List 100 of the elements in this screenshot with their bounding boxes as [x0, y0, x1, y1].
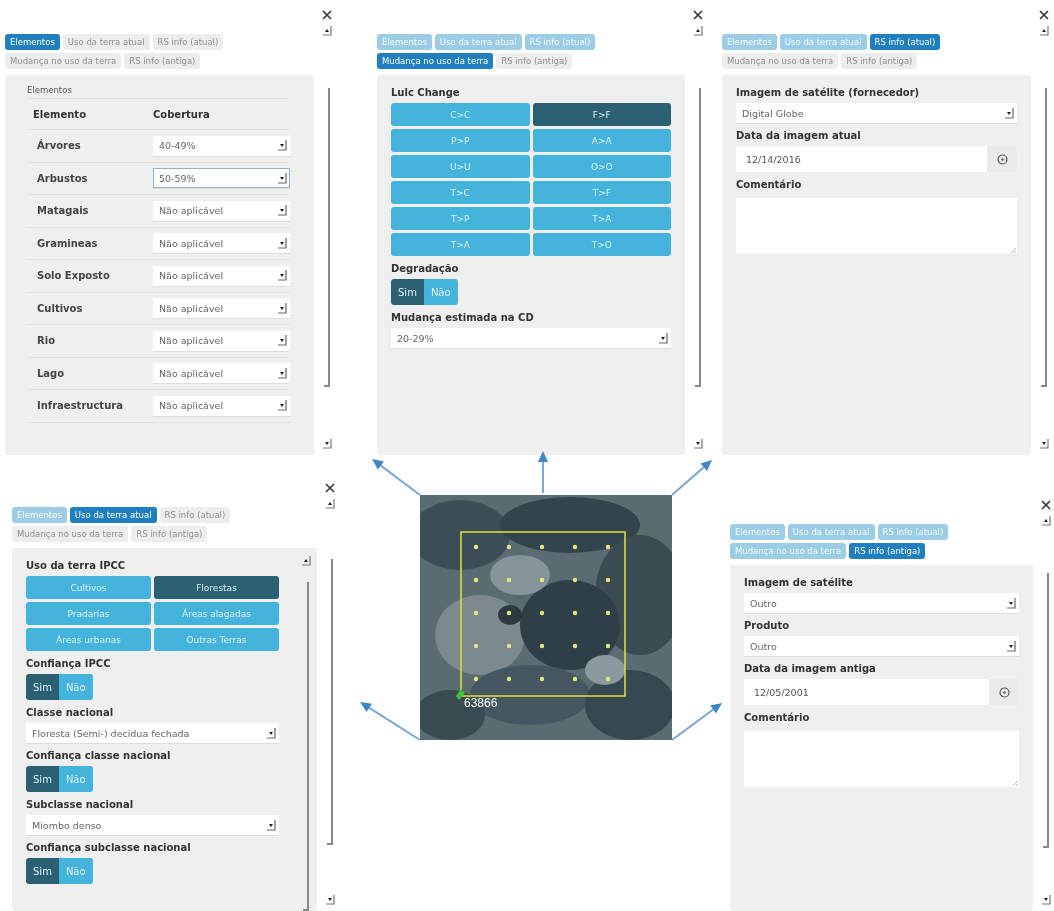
choice-button[interactable]: O>O — [532, 155, 671, 178]
inner-scrollbar[interactable] — [301, 556, 311, 911]
tab[interactable]: RS info (atual) — [869, 34, 941, 50]
tab[interactable]: RS info (atual) — [152, 34, 224, 50]
column-header: Cobertura — [153, 108, 211, 120]
dropdown[interactable]: Floresta (Semi-) decidua fechada — [26, 723, 279, 743]
dropdown[interactable]: Outro — [744, 636, 1019, 656]
table-caption: Elementos — [27, 85, 290, 99]
calendar-button[interactable] — [987, 146, 1017, 172]
tab[interactable]: Elementos — [5, 34, 60, 50]
tab[interactable]: Uso da terra atual — [62, 34, 150, 50]
choice-button[interactable]: C>C — [391, 103, 530, 126]
scroll-down-icon[interactable] — [693, 439, 703, 449]
toggle-button[interactable]: Sim — [26, 766, 59, 792]
scroll-up-icon[interactable] — [301, 556, 311, 566]
tab[interactable]: RS info (antiga) — [841, 53, 918, 69]
choice-button[interactable]: Pradarias — [26, 602, 151, 625]
tab[interactable]: RS info (antiga) — [131, 526, 208, 542]
tab[interactable]: RS info (atual) — [159, 507, 231, 523]
tab[interactable]: Elementos — [722, 34, 777, 50]
choice-button[interactable]: Áreas alagadas — [154, 602, 279, 625]
scroll-up-icon[interactable] — [1041, 516, 1051, 526]
dropdown[interactable]: Miombo denso — [26, 815, 279, 835]
dropdown[interactable]: 50-59% — [153, 168, 290, 189]
close-icon[interactable] — [325, 483, 335, 493]
dropdown[interactable]: Outro — [744, 593, 1019, 613]
tab[interactable]: Elementos — [12, 507, 67, 523]
tab[interactable]: Uso da terra atual — [779, 34, 867, 50]
choice-button[interactable]: Florestas — [154, 576, 279, 599]
choice-button[interactable]: Áreas urbanas — [26, 628, 151, 651]
choice-button[interactable]: Cultivos — [26, 576, 151, 599]
dropdown[interactable]: 40-49% — [153, 135, 290, 156]
choice-button[interactable]: T>F — [532, 181, 671, 204]
tab[interactable]: Uso da terra atual — [787, 524, 875, 540]
dropdown[interactable]: Não aplicável — [153, 363, 290, 384]
arrow — [671, 703, 722, 741]
toggle-button[interactable]: Não — [58, 674, 93, 700]
choice-button[interactable]: P>P — [391, 129, 530, 152]
tab[interactable]: Mudança no uso da terra — [730, 543, 847, 559]
toggle-button[interactable]: Sim — [26, 858, 59, 884]
close-icon[interactable] — [1041, 500, 1051, 510]
toggle-button[interactable]: Não — [58, 766, 93, 792]
tab[interactable]: Uso da terra atual — [69, 507, 157, 523]
choice-button[interactable]: T>P — [391, 207, 530, 230]
tab[interactable]: Elementos — [730, 524, 785, 540]
choice-button[interactable]: U>U — [391, 155, 530, 178]
dropdown[interactable]: Não aplicável — [153, 395, 290, 416]
dropdown[interactable]: Não aplicável — [153, 233, 290, 254]
choice-button[interactable]: T>C — [391, 181, 530, 204]
close-icon[interactable] — [693, 10, 703, 20]
date-field[interactable]: 12/14/2016 — [736, 146, 987, 172]
comment-field[interactable] — [744, 731, 1019, 787]
choice-button[interactable]: F>F — [532, 103, 671, 126]
caret-icon — [659, 332, 668, 344]
tab[interactable]: RS info (antiga) — [124, 53, 201, 69]
tab[interactable]: Mudança no uso da terra — [377, 53, 494, 69]
dropdown[interactable]: Não aplicável — [153, 330, 290, 351]
plot-marker-icon — [456, 689, 465, 700]
date-field[interactable]: 12/05/2001 — [744, 679, 989, 705]
scroll-down-icon[interactable] — [322, 439, 332, 449]
row-label: Solo Exposto — [36, 270, 111, 282]
tab[interactable]: Uso da terra atual — [434, 34, 522, 50]
tab[interactable]: Mudança no uso da terra — [5, 53, 122, 69]
dropdown[interactable]: Digital Globe — [736, 103, 1017, 123]
tab[interactable]: RS info (atual) — [524, 34, 596, 50]
tab[interactable]: Elementos — [377, 34, 432, 50]
scroll-up-icon[interactable] — [322, 26, 332, 36]
caret-icon — [278, 140, 287, 152]
toggle-button[interactable]: Não — [423, 279, 458, 305]
scroll-down-icon[interactable] — [1039, 439, 1049, 449]
close-icon[interactable] — [1039, 10, 1049, 20]
comment-field[interactable] — [736, 198, 1017, 254]
choice-button[interactable]: T>A — [391, 233, 530, 256]
tab[interactable]: Mudança no uso da terra — [722, 53, 839, 69]
scroll-up-icon[interactable] — [693, 26, 703, 36]
dropdown[interactable]: Não aplicável — [153, 298, 290, 319]
toggle-button[interactable]: Sim — [26, 674, 59, 700]
tab[interactable]: RS info (antiga) — [849, 543, 926, 559]
choice-button[interactable]: T>O — [532, 233, 671, 256]
dropdown[interactable]: 20-29% — [391, 328, 671, 348]
arrow — [372, 459, 421, 496]
choice-button[interactable]: T>A — [532, 207, 671, 230]
scroll-up-icon[interactable] — [325, 499, 335, 509]
tab[interactable]: RS info (antiga) — [496, 53, 573, 69]
caret-icon — [1005, 107, 1014, 119]
toggle-button[interactable]: Sim — [391, 279, 424, 305]
close-icon[interactable] — [322, 10, 332, 20]
dropdown[interactable]: Não aplicável — [153, 200, 290, 221]
toggle-button[interactable]: Não — [58, 858, 93, 884]
dropdown[interactable]: Não aplicável — [153, 265, 290, 286]
tab[interactable]: Mudança no uso da terra — [12, 526, 129, 542]
tab[interactable]: RS info (atual) — [877, 524, 949, 540]
scroll-up-icon[interactable] — [1039, 26, 1049, 36]
scroll-down-icon[interactable] — [1041, 895, 1051, 905]
choice-button[interactable]: Outras Terras — [154, 628, 279, 651]
caret-icon — [1007, 597, 1016, 609]
calendar-button[interactable] — [989, 679, 1019, 705]
scroll-down-icon[interactable] — [325, 895, 335, 905]
choice-button[interactable]: A>A — [532, 129, 671, 152]
field-label: Imagem de satélite — [744, 576, 854, 588]
